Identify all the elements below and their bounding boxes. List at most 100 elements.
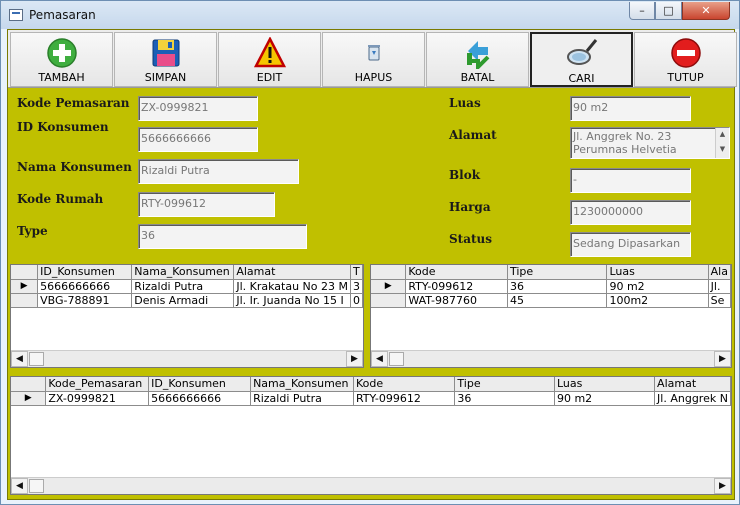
toolbar: TAMBAH SIMPAN EDIT HAPUS BATAL CARI TUTU… <box>8 30 737 88</box>
close-window-button[interactable]: ✕ <box>682 2 730 20</box>
hapus-label: HAPUS <box>354 71 393 84</box>
table-cell[interactable]: RTY-099612 <box>353 391 456 406</box>
scroll-down-icon[interactable]: ▼ <box>716 143 729 158</box>
scroll-left-icon[interactable]: ◀ <box>11 351 28 367</box>
table-row[interactable]: ▶ ZX-0999821 5666666666 Rizaldi Putra RT… <box>11 391 731 406</box>
status-field[interactable]: Sedang Dipasarkan <box>570 232 691 257</box>
cari-button[interactable]: CARI <box>530 32 633 87</box>
table-cell[interactable]: Jl. Ir. Juanda No 15 I <box>233 293 351 308</box>
hapus-button[interactable]: HAPUS <box>322 32 425 87</box>
scroll-right-icon[interactable]: ▶ <box>346 351 363 367</box>
luas-field[interactable]: 90 m2 <box>570 96 691 121</box>
rumah-grid[interactable]: Kode Tipe Luas Ala ▶ RTY-099612 36 90 m2… <box>370 264 732 368</box>
table-cell[interactable]: 90 m2 <box>606 279 709 294</box>
edit-button[interactable]: EDIT <box>218 32 321 87</box>
column-header[interactable]: Luas <box>606 265 709 280</box>
table-cell[interactable]: Rizaldi Putra <box>131 279 235 294</box>
table-cell[interactable]: RTY-099612 <box>405 279 508 294</box>
recycle-bin-icon <box>367 45 380 61</box>
rumah-header-row: Kode Tipe Luas Ala <box>371 265 731 280</box>
tambah-button[interactable]: TAMBAH <box>10 32 113 87</box>
scroll-left-icon[interactable]: ◀ <box>371 351 388 367</box>
table-cell[interactable]: 5666666666 <box>148 391 252 406</box>
table-cell[interactable]: Jl. Krakatau No 23 M <box>233 279 351 294</box>
column-header[interactable]: Ala <box>708 265 731 280</box>
scroll-thumb[interactable] <box>29 479 44 493</box>
column-header[interactable]: ID_Konsumen <box>37 265 133 280</box>
kode-rumah-label: Kode Rumah <box>17 192 104 206</box>
pemasaran-hscrollbar[interactable]: ◀ ▶ <box>11 477 731 494</box>
row-selector[interactable] <box>371 293 407 308</box>
tutup-label: TUTUP <box>667 71 704 84</box>
column-header[interactable]: Alamat <box>233 265 351 280</box>
pemasaran-header-row: Kode_Pemasaran ID_Konsumen Nama_Konsumen… <box>11 377 731 392</box>
table-cell[interactable]: 0 <box>350 293 363 308</box>
table-cell[interactable]: Rizaldi Putra <box>250 391 354 406</box>
table-cell[interactable]: Denis Armadi <box>131 293 235 308</box>
kode-rumah-field[interactable]: RTY-099612 <box>138 192 275 217</box>
simpan-button[interactable]: SIMPAN <box>114 32 217 87</box>
current-row-pointer-icon[interactable]: ▶ <box>11 391 47 406</box>
column-header[interactable]: Kode <box>353 377 456 392</box>
alamat-label: Alamat <box>449 128 497 142</box>
table-cell[interactable]: 100m2 <box>606 293 709 308</box>
table-row[interactable]: ▶ RTY-099612 36 90 m2 Jl. <box>371 279 731 294</box>
table-row[interactable]: ▶ 5666666666 Rizaldi Putra Jl. Krakatau … <box>11 279 363 294</box>
rumah-hscrollbar[interactable]: ◀ ▶ <box>371 350 731 367</box>
scroll-left-icon[interactable]: ◀ <box>11 478 28 494</box>
type-field[interactable]: 36 <box>138 224 307 249</box>
konsumen-hscrollbar[interactable]: ◀ ▶ <box>11 350 363 367</box>
table-cell[interactable]: ZX-0999821 <box>45 391 150 406</box>
table-row[interactable]: WAT-987760 45 100m2 Se <box>371 293 731 308</box>
table-cell[interactable]: 90 m2 <box>554 391 656 406</box>
current-row-pointer-icon[interactable]: ▶ <box>371 279 407 294</box>
title-bar[interactable]: Pemasaran – □ ✕ <box>1 1 739 29</box>
scroll-thumb[interactable] <box>389 352 404 366</box>
column-header[interactable]: Alamat <box>654 377 731 392</box>
table-cell[interactable]: 3 <box>350 279 363 294</box>
alamat-field[interactable]: Jl. Anggrek No. 23 Perumnas Helvetia Med… <box>570 127 730 159</box>
column-header[interactable]: T <box>350 265 363 280</box>
add-icon <box>46 38 77 68</box>
type-label: Type <box>17 224 48 238</box>
table-cell[interactable]: WAT-987760 <box>405 293 508 308</box>
column-header[interactable]: Kode_Pemasaran <box>45 377 150 392</box>
row-selector-header <box>11 377 47 392</box>
minimize-button[interactable]: – <box>629 2 655 20</box>
id-konsumen-field[interactable]: 5666666666 <box>138 127 258 152</box>
harga-field[interactable]: 1230000000 <box>570 200 691 225</box>
table-cell[interactable]: Jl. Anggrek N <box>654 391 731 406</box>
scroll-right-icon[interactable]: ▶ <box>714 351 731 367</box>
table-cell[interactable]: 36 <box>507 279 608 294</box>
row-selector[interactable] <box>11 293 39 308</box>
column-header[interactable]: Tipe <box>454 377 555 392</box>
batal-button[interactable]: BATAL <box>426 32 529 87</box>
konsumen-grid[interactable]: ID_Konsumen Nama_Konsumen Alamat T ▶ 566… <box>10 264 364 368</box>
table-cell[interactable]: 45 <box>507 293 608 308</box>
blok-field[interactable]: - <box>570 168 691 193</box>
current-row-pointer-icon[interactable]: ▶ <box>11 279 39 294</box>
table-cell[interactable]: Se <box>708 293 731 308</box>
table-row[interactable]: VBG-788891 Denis Armadi Jl. Ir. Juanda N… <box>11 293 363 308</box>
column-header[interactable]: ID_Konsumen <box>148 377 252 392</box>
pemasaran-grid[interactable]: Kode_Pemasaran ID_Konsumen Nama_Konsumen… <box>10 376 732 495</box>
table-cell[interactable]: VBG-788891 <box>37 293 133 308</box>
table-cell[interactable]: 36 <box>454 391 555 406</box>
warning-edit-icon <box>253 37 286 68</box>
scroll-up-icon[interactable]: ▲ <box>716 128 729 143</box>
kode-pemasaran-field[interactable]: ZX-0999821 <box>138 96 258 121</box>
scroll-right-icon[interactable]: ▶ <box>714 478 731 494</box>
edit-label: EDIT <box>256 71 283 84</box>
tutup-button[interactable]: TUTUP <box>634 32 737 87</box>
table-cell[interactable]: Jl. <box>708 279 731 294</box>
column-header[interactable]: Tipe <box>507 265 608 280</box>
nama-konsumen-field[interactable]: Rizaldi Putra <box>138 159 299 184</box>
column-header[interactable]: Nama_Konsumen <box>250 377 354 392</box>
column-header[interactable]: Kode <box>405 265 508 280</box>
scroll-thumb[interactable] <box>29 352 44 366</box>
table-cell[interactable]: 5666666666 <box>37 279 133 294</box>
maximize-button[interactable]: □ <box>655 2 682 20</box>
column-header[interactable]: Nama_Konsumen <box>131 265 235 280</box>
column-header[interactable]: Luas <box>554 377 656 392</box>
alamat-scrollbar[interactable]: ▲ ▼ <box>715 128 729 158</box>
